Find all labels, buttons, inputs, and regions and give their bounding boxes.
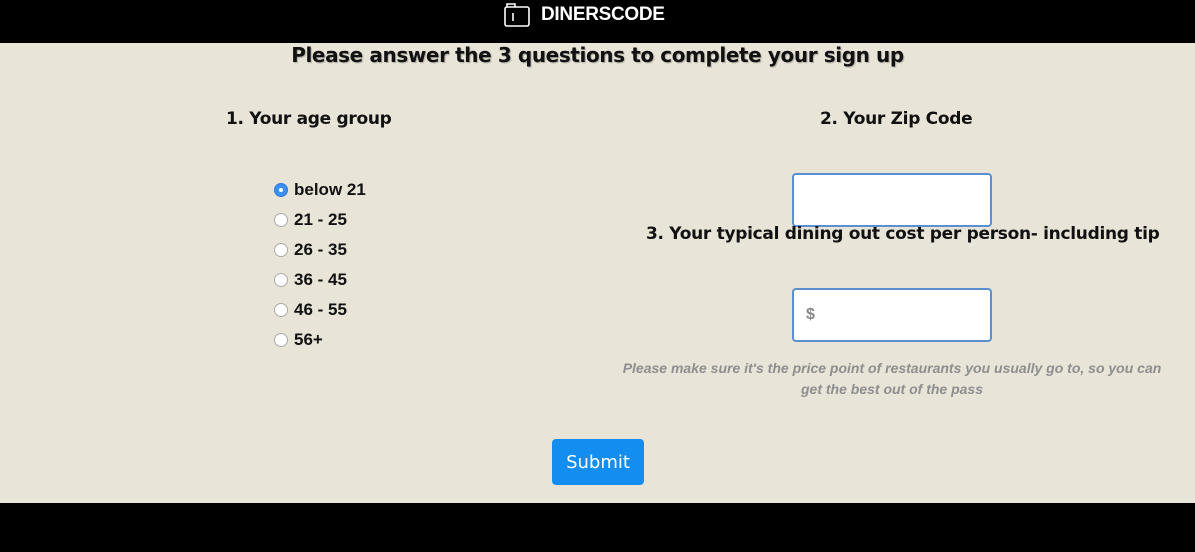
footer-bar [0, 503, 1195, 552]
dining-cost-input[interactable] [792, 288, 992, 342]
age-group-radio-group: below 21 21 - 25 26 - 35 36 - 45 46 - 55 56+ [274, 175, 366, 355]
age-option-radio[interactable] [274, 273, 288, 287]
diner-logo-icon [503, 2, 531, 28]
age-option-label: 26 - 35 [294, 240, 347, 259]
age-option-radio[interactable] [274, 303, 288, 317]
age-option[interactable]: 26 - 35 [274, 235, 366, 265]
age-option-label: 46 - 55 [294, 300, 347, 319]
age-option-radio[interactable] [274, 333, 288, 347]
brand-logo[interactable]: DINERSCODE [503, 2, 665, 28]
age-option-label: below 21 [294, 180, 366, 199]
signup-panel [0, 43, 1195, 503]
age-option-label: 56+ [294, 330, 323, 349]
submit-button[interactable]: Submit [552, 439, 644, 485]
age-option[interactable]: 46 - 55 [274, 295, 366, 325]
zip-code-label: 2. Your Zip Code [820, 109, 973, 129]
age-option-radio[interactable] [274, 243, 288, 257]
page-title: Please answer the 3 questions to complet… [291, 43, 904, 67]
age-option[interactable]: 21 - 25 [274, 205, 366, 235]
age-option-label: 21 - 25 [294, 210, 347, 229]
dining-cost-label: 3. Your typical dining out cost per pers… [646, 224, 1160, 244]
age-option[interactable]: below 21 [274, 175, 366, 205]
dining-cost-hint: Please make sure it's the price point of… [622, 360, 1162, 397]
age-option[interactable]: 56+ [274, 325, 366, 355]
age-option-radio[interactable] [274, 183, 288, 197]
age-option[interactable]: 36 - 45 [274, 265, 366, 295]
brand-name: DINERSCODE [541, 4, 665, 25]
age-option-label: 36 - 45 [294, 270, 347, 289]
age-option-radio[interactable] [274, 213, 288, 227]
top-bar: DINERSCODE [0, 0, 1195, 43]
zip-code-input[interactable] [792, 173, 992, 227]
age-group-label: 1. Your age group [226, 109, 392, 129]
